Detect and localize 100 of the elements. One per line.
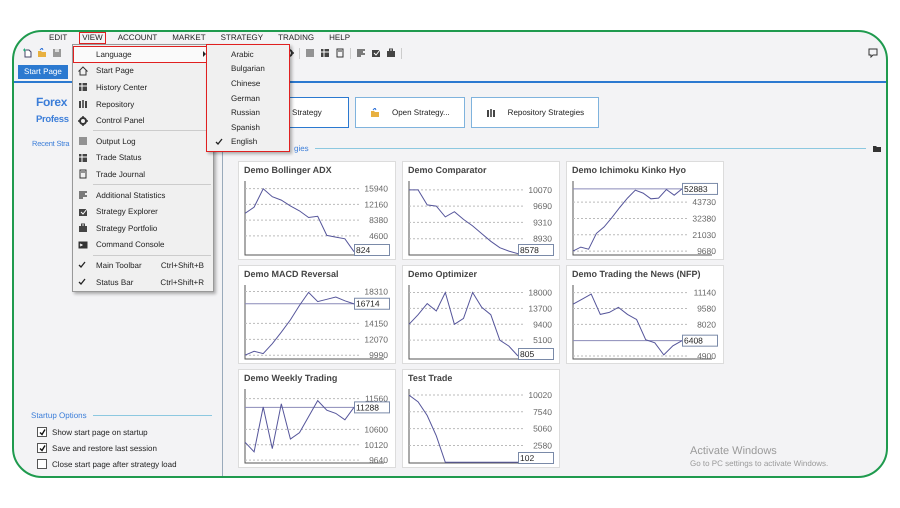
checkbox[interactable]: [37, 427, 47, 437]
table-icon[interactable]: [320, 48, 330, 58]
console-icon: [78, 240, 88, 250]
axis-label: 8020: [697, 319, 716, 330]
chart-title: Demo Comparator: [407, 164, 488, 177]
strategy-card[interactable]: Demo Bollinger ADX 15940 12160 8380 4600 824: [238, 161, 396, 260]
chart-title: Demo Bollinger ADX: [243, 164, 333, 177]
axis-label: 5100: [533, 335, 552, 346]
checkbox-label: Save and restore last session: [52, 444, 157, 452]
ref-line-label: 6408: [684, 336, 704, 346]
axis-label: 9310: [533, 217, 552, 228]
chart-title: Demo Optimizer: [407, 268, 478, 281]
list-icon: [78, 136, 88, 146]
section-heading: Startup Options: [31, 411, 87, 420]
checkbox-label: Close start page after strategy load: [52, 460, 177, 468]
menu-bar-item[interactable]: STRATEGY: [218, 32, 266, 44]
axis-label: 4600: [369, 230, 388, 241]
value-box: 11288: [354, 401, 390, 414]
chart-title: Test Trade: [407, 372, 454, 385]
menu-bar-item[interactable]: VIEW: [79, 32, 106, 44]
document-icon: [78, 169, 88, 180]
strategy-card[interactable]: Demo MACD Reversal 18310 14150 12070 9990 16714: [238, 265, 396, 364]
open-folder-icon[interactable]: [37, 48, 47, 58]
table-icon: [78, 82, 88, 92]
menu-bar-item[interactable]: ACCOUNT: [114, 32, 160, 44]
bars-icon[interactable]: [356, 48, 366, 58]
axis-label: 11560: [364, 394, 388, 404]
axis-label: 10600: [364, 424, 388, 434]
strategy-card[interactable]: Demo Comparator 10070 9690 9310 8930 8578: [402, 161, 560, 260]
tab[interactable]: Start Page: [18, 65, 68, 79]
ref-line-label: 11288: [356, 402, 380, 412]
strategy-card[interactable]: Demo Weekly Trading 11560 10600 10120 9640 11288: [238, 369, 396, 468]
strategy-button[interactable]: Strategy: [289, 97, 349, 128]
menu-bar-item[interactable]: EDIT: [46, 32, 70, 44]
axis-label: 5060: [533, 424, 552, 434]
axis-label: 18310: [364, 286, 388, 297]
checklist-icon[interactable]: [371, 48, 381, 58]
ref-line-label: 16714: [356, 298, 380, 309]
page-subtitle: Profess: [36, 114, 69, 125]
watermark-title: Activate Windows: [690, 445, 778, 457]
briefcase-icon: [78, 223, 88, 234]
value-box: 824: [354, 244, 390, 256]
axis-label: 32380: [692, 213, 716, 224]
books-icon: [486, 108, 496, 118]
checkbox[interactable]: [37, 459, 47, 469]
page-title: Forex: [36, 95, 68, 109]
menu-item[interactable]: Strategy Explorer: [73, 203, 213, 220]
menu-item[interactable]: Status Bar Ctrl+Shift+R: [73, 274, 213, 290]
strategy-card[interactable]: Test Trade 10020 7540 5060 2580 102: [402, 369, 560, 468]
strategy-card[interactable]: Demo Ichimoku Kinko Hyo 43730 32380 21030 9680 52883: [566, 161, 724, 260]
strategy-card[interactable]: Demo Trading the News (NFP) 11140 9580 8020 4900 6408: [566, 265, 724, 364]
checkbox-label: Show start page on startup: [52, 428, 148, 436]
strategy-button[interactable]: Open Strategy...: [355, 97, 465, 128]
menu-item[interactable]: Trade Status: [73, 150, 213, 166]
menu-item[interactable]: Strategy Portfolio: [73, 220, 213, 237]
value-box: 52883: [682, 182, 718, 195]
axis-label: 9990: [369, 350, 388, 360]
books-icon: [78, 99, 88, 110]
chart-title: Demo Ichimoku Kinko Hyo: [571, 164, 688, 177]
axis-label: 18000: [528, 288, 552, 298]
axis-label: 10020: [528, 390, 552, 400]
axis-label: 21030: [692, 230, 716, 240]
axis-label: 2580: [533, 440, 552, 450]
strategy-card[interactable]: Demo Optimizer 18000 13700 9400 5100 805: [402, 265, 560, 364]
axis-label: 8380: [369, 215, 388, 226]
menu-item[interactable]: Command Console: [73, 236, 213, 254]
open-folder-icon: [370, 108, 380, 118]
chart-title: Demo MACD Reversal: [243, 268, 340, 281]
value-box: 16714: [354, 298, 390, 310]
axis-label: 4900: [697, 350, 716, 361]
axis-label: 15940: [364, 184, 388, 194]
save-icon[interactable]: [52, 48, 62, 58]
chat-icon[interactable]: [868, 48, 878, 58]
briefcase-icon[interactable]: [386, 48, 396, 58]
chart-title: Demo Trading the News (NFP): [571, 268, 702, 281]
axis-label: 9690: [533, 201, 552, 212]
watermark-text: Go to PC settings to activate Windows.: [690, 459, 828, 468]
menu-item[interactable]: Trade Journal: [73, 166, 213, 183]
menu-bar-item[interactable]: HELP: [326, 32, 354, 44]
folder-icon[interactable]: [872, 143, 882, 153]
document-icon[interactable]: [335, 48, 345, 58]
value-box: 102: [518, 452, 554, 464]
menu-item[interactable]: Main Toolbar Ctrl+Shift+B: [73, 257, 213, 274]
list-icon[interactable]: [305, 48, 315, 58]
axis-label: 9580: [697, 304, 716, 314]
axis-label: 14150: [364, 318, 388, 328]
axis-label: 12160: [364, 199, 388, 210]
axis-label: 43730: [692, 197, 716, 208]
menu-bar-item[interactable]: MARKET: [169, 32, 209, 44]
menu-item[interactable]: Additional Statistics: [73, 186, 213, 204]
axis-label: 13700: [528, 303, 552, 314]
axis-label: 9640: [369, 455, 388, 466]
checkbox[interactable]: [37, 443, 47, 453]
menu-bar-item[interactable]: TRADING: [275, 32, 318, 44]
table-icon: [78, 152, 88, 163]
strategy-button[interactable]: Repository Strategies: [470, 97, 600, 128]
new-file-icon[interactable]: [22, 48, 32, 58]
axis-label: 10070: [528, 184, 552, 195]
chart-title: Demo Weekly Trading: [243, 372, 338, 385]
value-box: 6408: [682, 334, 718, 347]
